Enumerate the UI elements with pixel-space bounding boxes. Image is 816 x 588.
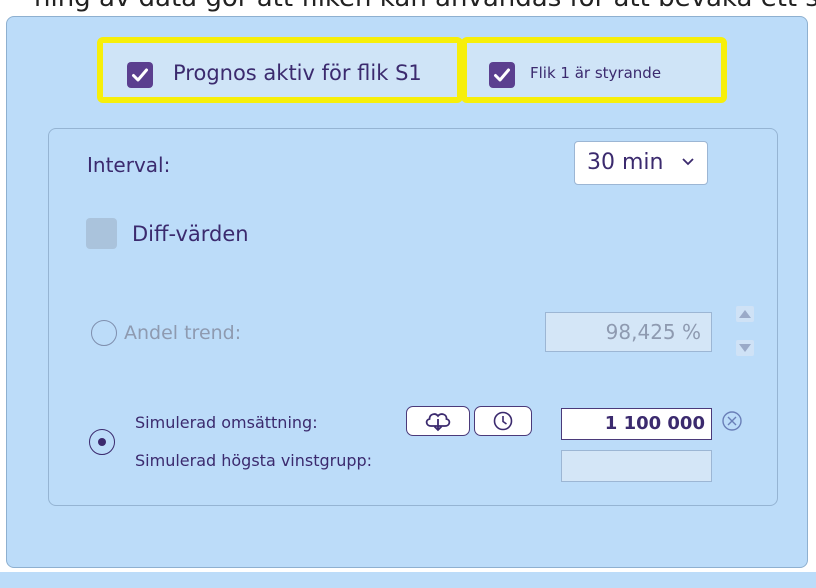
simulated-turnover-value: 1 100 000	[604, 413, 705, 434]
andel-trend-value: 98,425 %	[605, 320, 701, 344]
interval-label: Interval:	[87, 153, 171, 177]
bottom-strip	[0, 572, 816, 588]
simulation-radio[interactable]	[89, 429, 115, 455]
flik1-controlling-checkbox[interactable]	[489, 62, 515, 88]
simulated-top-prize-label: Simulerad högsta vinstgrupp:	[135, 451, 373, 470]
top-caption: ning av data gör att fliken kan användas…	[0, 0, 816, 14]
check-icon	[132, 68, 148, 82]
prognos-active-label: Prognos aktiv för flik S1	[173, 61, 422, 85]
andel-trend-input[interactable]: 98,425 %	[545, 312, 712, 352]
chevron-down-icon	[682, 158, 694, 166]
andel-trend-label: Andel trend:	[124, 322, 242, 344]
top-caption-text: ning av data gör att fliken kan användas…	[34, 0, 816, 13]
history-button[interactable]	[474, 406, 532, 436]
spin-down-icon[interactable]	[736, 340, 754, 356]
spin-up-icon[interactable]	[736, 306, 754, 322]
diff-values-label: Diff-värden	[132, 222, 249, 246]
simulated-turnover-label: Simulerad omsättning:	[135, 413, 318, 432]
interval-select[interactable]: 30 min	[574, 141, 708, 185]
fetch-turnover-button[interactable]	[406, 406, 470, 436]
radio-selected-dot	[97, 437, 106, 446]
cloud-download-icon	[425, 413, 451, 432]
clock-icon	[493, 411, 513, 431]
simulated-turnover-input[interactable]: 1 100 000	[561, 408, 712, 440]
interval-selected-value: 30 min	[587, 150, 664, 175]
prognos-active-checkbox[interactable]	[127, 62, 153, 88]
andel-trend-radio[interactable]	[91, 320, 117, 346]
clear-circle-icon[interactable]	[721, 410, 743, 432]
check-icon	[494, 68, 510, 82]
simulated-top-prize-input[interactable]	[561, 450, 712, 482]
diff-values-checkbox[interactable]	[86, 218, 117, 249]
flik1-controlling-label: Flik 1 är styrande	[530, 64, 662, 82]
